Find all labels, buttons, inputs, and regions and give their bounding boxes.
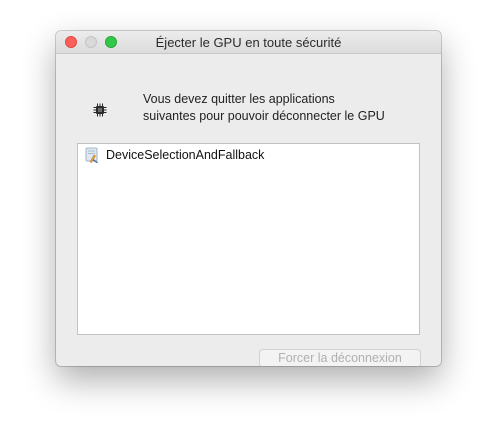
message-line-1: Vous devez quitter les applications [143, 92, 335, 106]
message-line-2: suivantes pour pouvoir déconnecter le GP… [143, 109, 385, 123]
app-name: DeviceSelectionAndFallback [106, 148, 265, 162]
xcode-app-icon [85, 147, 98, 163]
gpu-chip-icon [93, 103, 107, 117]
eject-gpu-dialog: Éjecter le GPU en toute sécurité Vous de… [56, 31, 441, 366]
window-title: Éjecter le GPU en toute sécurité [155, 35, 342, 50]
desktop-background: Éjecter le GPU en toute sécurité Vous de… [0, 0, 497, 446]
dialog-message: Vous devez quitter les applications suiv… [143, 91, 433, 125]
force-disconnect-button[interactable]: Forcer la déconnexion [259, 349, 421, 366]
list-item[interactable]: DeviceSelectionAndFallback [84, 147, 264, 163]
title-bar[interactable]: Éjecter le GPU en toute sécurité [56, 31, 441, 54]
application-list[interactable]: DeviceSelectionAndFallback [77, 143, 420, 335]
